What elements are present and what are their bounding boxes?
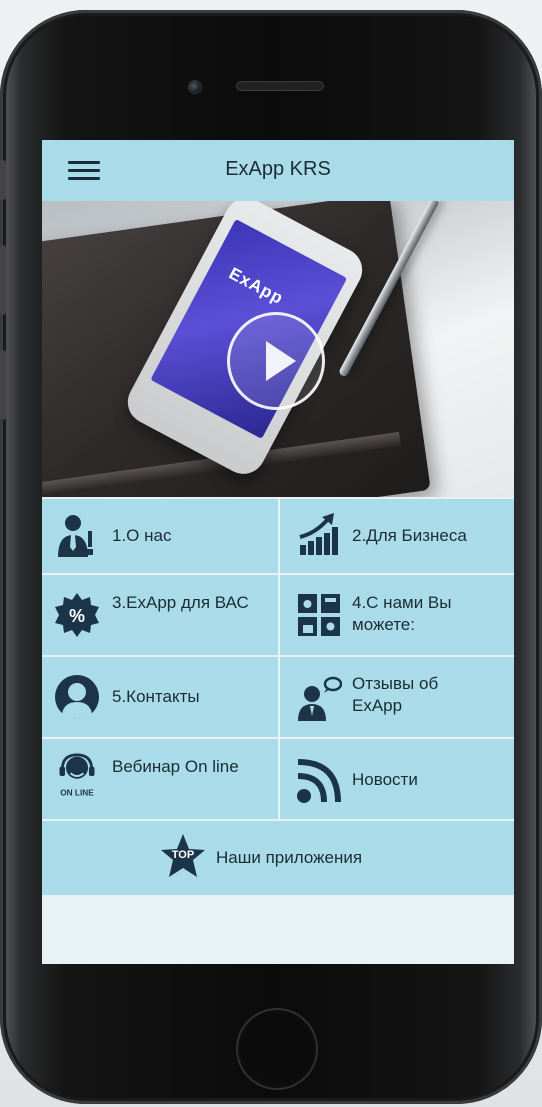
page-title: ExApp KRS <box>225 158 331 180</box>
top-star-icon: TOP <box>161 834 205 877</box>
menu-item-exapp-for-you[interactable]: % 3.ExApp для ВАС <box>42 575 278 655</box>
reviews-person-icon <box>298 676 342 721</box>
growth-chart-icon <box>299 513 338 555</box>
home-button[interactable] <box>236 1008 318 1090</box>
menu-item-our-apps[interactable]: TOP Наши приложения <box>42 821 514 895</box>
mute-switch <box>0 160 6 200</box>
menu-item-label: 3.ExApp для ВАС <box>112 593 249 612</box>
puzzle-blocks-icon <box>298 594 340 636</box>
menu-item-label: 2.Для Бизнеса <box>352 526 467 545</box>
top-text: TOP <box>172 849 194 861</box>
menu-item-contacts[interactable]: 5.Контакты <box>42 657 278 737</box>
menu-item-label: Вебинар On line <box>112 757 239 776</box>
menu-item-label: Отзывы об ExApp <box>352 674 439 715</box>
volume-down-button <box>0 350 6 420</box>
earpiece-speaker <box>236 81 324 91</box>
rss-icon <box>297 759 341 803</box>
exapp-logo: ExApp <box>225 263 287 309</box>
svg-text:%: % <box>69 606 85 626</box>
menu-item-label: Наши приложения <box>216 848 363 867</box>
top-bar: ExApp KRS <box>42 140 514 201</box>
discount-badge-icon: % <box>55 593 99 637</box>
menu-item-label: 5.Контакты <box>112 687 200 706</box>
menu-item-label: 1.О нас <box>112 526 172 545</box>
front-camera-icon <box>188 80 202 94</box>
business-person-icon <box>58 515 93 557</box>
menu-item-business[interactable]: 2.Для Бизнеса <box>280 499 514 573</box>
online-text: ON LINE <box>60 788 94 797</box>
menu-item-news[interactable]: Новости <box>280 739 514 819</box>
menu-item-you-can[interactable]: 4.С нами Вы можете: <box>280 575 514 655</box>
menu-item-label: Новости <box>352 770 418 789</box>
webinar-headset-icon: ON LINE <box>59 753 95 797</box>
menu-item-webinar[interactable]: ON LINE Вебинар On line <box>42 739 278 819</box>
contact-person-icon <box>55 675 99 719</box>
menu-item-reviews[interactable]: Отзывы об ExApp <box>280 657 514 737</box>
menu-item-about[interactable]: 1.О нас <box>42 499 278 573</box>
app-screen: ExApp KRS ExApp 1.О нас 2.Для Бизнеса % … <box>42 140 514 964</box>
play-video-button[interactable] <box>227 312 325 410</box>
menu-item-label: 4.С нами Вы можете: <box>352 593 452 634</box>
play-icon <box>266 341 296 381</box>
volume-up-button <box>0 245 6 315</box>
promo-video[interactable]: ExApp <box>42 201 514 497</box>
